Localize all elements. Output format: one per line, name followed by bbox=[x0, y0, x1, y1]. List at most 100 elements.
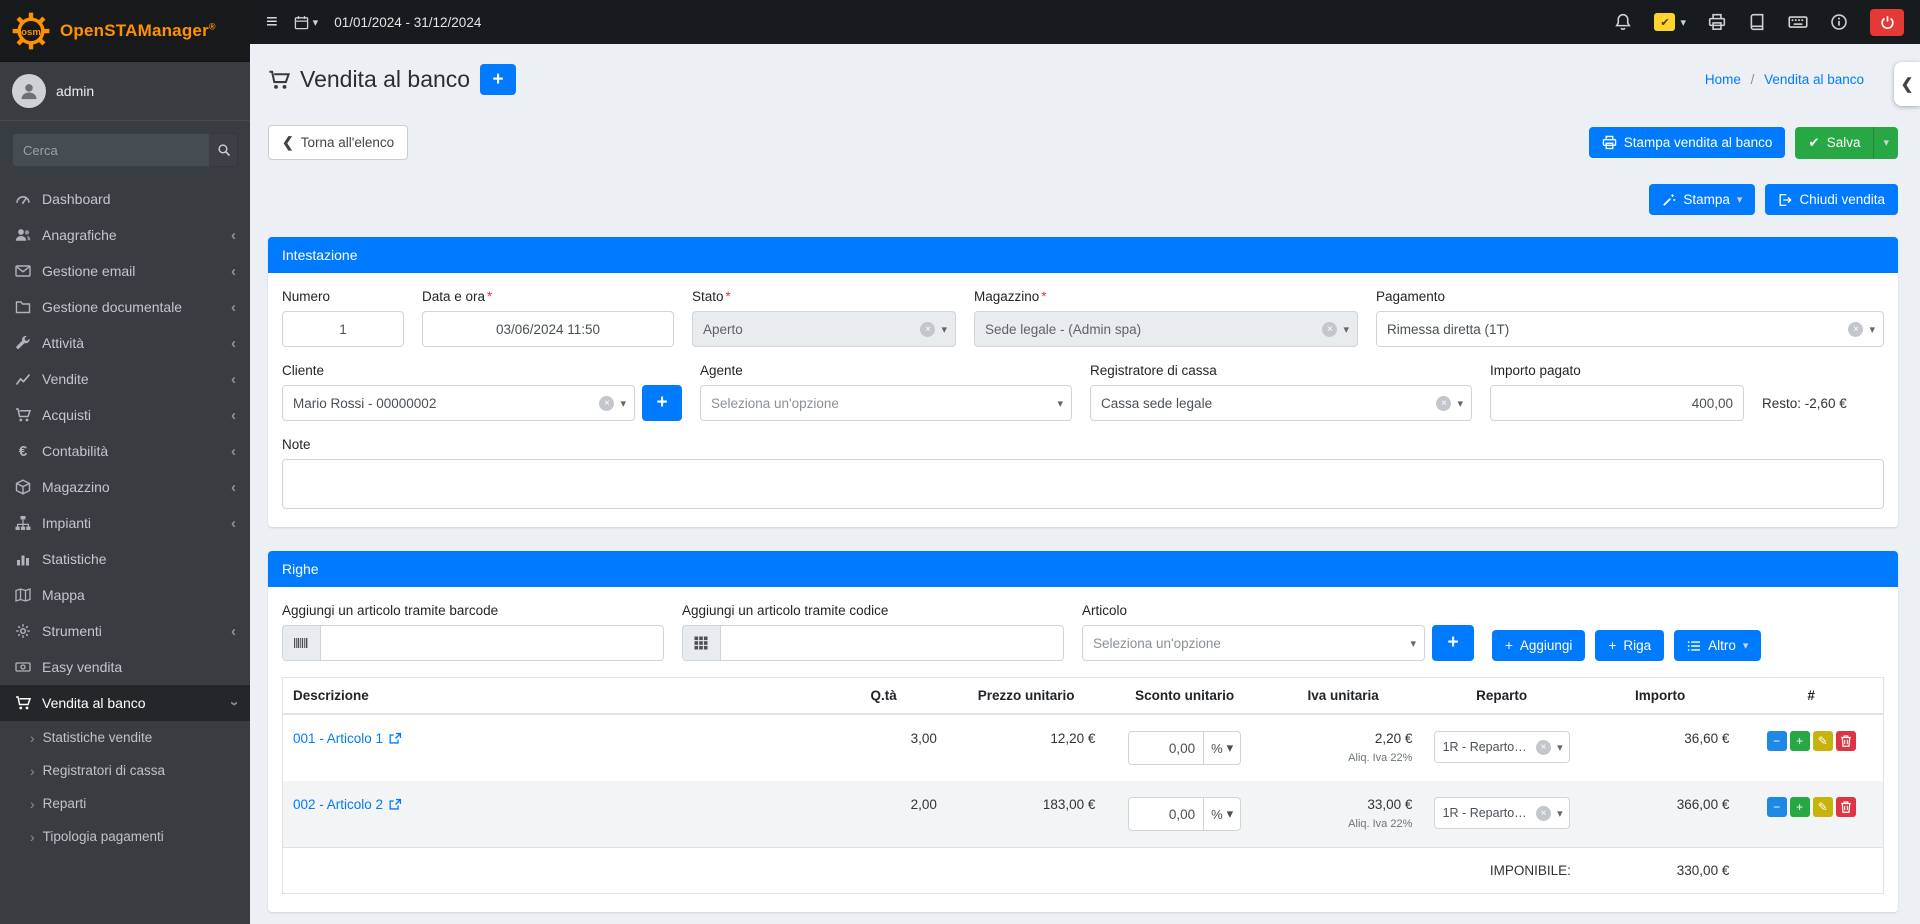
discount-group: %▾ bbox=[1128, 797, 1241, 831]
data-ora-input[interactable] bbox=[422, 311, 674, 347]
sidebar-item-gestione-documentale[interactable]: Gestione documentale ‹ bbox=[0, 289, 250, 325]
page-content: Vendita al banco + Home / Vendita al ban… bbox=[250, 44, 1920, 924]
clear-icon[interactable]: × bbox=[1436, 396, 1451, 411]
sidebar-item-easy-vendita[interactable]: Easy vendita bbox=[0, 649, 250, 685]
save-dropdown-button[interactable]: ▾ bbox=[1873, 127, 1898, 159]
numero-input[interactable] bbox=[282, 311, 404, 347]
sidebar-item-magazzino[interactable]: Magazzino ‹ bbox=[0, 469, 250, 505]
riga-button[interactable]: + Riga bbox=[1595, 630, 1664, 661]
article-link[interactable]: 001 - Articolo 1 bbox=[293, 731, 402, 746]
save-button[interactable]: ✔ Salva bbox=[1795, 127, 1873, 159]
print-dropdown-button[interactable]: Stampa ▾ bbox=[1649, 184, 1755, 215]
user-avatar bbox=[12, 74, 46, 108]
sidebar-subitem-tipologia-pagamenti[interactable]: › Tipologia pagamenti bbox=[0, 820, 250, 853]
delete-row-button[interactable] bbox=[1836, 731, 1856, 751]
info-button[interactable] bbox=[1830, 13, 1848, 31]
articolo-select[interactable]: Seleziona un'opzione ▾ bbox=[1082, 625, 1425, 661]
imponibile-value: 330,00 € bbox=[1581, 848, 1739, 894]
search-input[interactable] bbox=[12, 133, 210, 167]
chevron-left-icon: ‹ bbox=[231, 227, 236, 244]
clear-icon[interactable]: × bbox=[1322, 322, 1337, 337]
amount-cell: 366,00 € bbox=[1581, 781, 1739, 848]
reparto-select[interactable]: 1R - Reparto 1... × ▾ bbox=[1434, 797, 1570, 829]
manual-button[interactable] bbox=[1748, 13, 1766, 31]
edit-row-button[interactable]: ✎ bbox=[1813, 797, 1833, 817]
cart-icon bbox=[14, 695, 32, 711]
close-sale-button[interactable]: Chiudi vendita bbox=[1765, 184, 1898, 215]
article-link[interactable]: 002 - Articolo 2 bbox=[293, 797, 402, 812]
date-range-picker[interactable]: ▾ bbox=[294, 15, 319, 30]
sidebar-item-contabilita[interactable]: € Contabilità ‹ bbox=[0, 433, 250, 469]
sidebar-item-mappa[interactable]: Mappa bbox=[0, 577, 250, 613]
printer-icon bbox=[1602, 135, 1617, 150]
increase-qty-button[interactable]: + bbox=[1790, 797, 1810, 817]
sidebar-item-strumenti[interactable]: Strumenti ‹ bbox=[0, 613, 250, 649]
delete-row-button[interactable] bbox=[1836, 797, 1856, 817]
sidebar-item-label: Contabilità bbox=[42, 443, 221, 459]
add-cliente-button[interactable]: + bbox=[642, 385, 682, 421]
logout-button[interactable] bbox=[1870, 9, 1904, 36]
codice-input[interactable] bbox=[720, 625, 1064, 661]
sidebar-item-impianti[interactable]: Impianti ‹ bbox=[0, 505, 250, 541]
increase-qty-button[interactable]: + bbox=[1790, 731, 1810, 751]
cliente-select[interactable]: Mario Rossi - 00000002 × ▾ bbox=[282, 385, 635, 421]
sidebar-toggle-button[interactable]: ≡ bbox=[266, 12, 278, 32]
sidebar-item-dashboard[interactable]: Dashboard bbox=[0, 181, 250, 217]
sidebar-search bbox=[0, 121, 250, 177]
plus-icon: + bbox=[1447, 632, 1458, 654]
decrease-qty-button[interactable]: − bbox=[1767, 731, 1787, 751]
importo-pagato-input[interactable] bbox=[1490, 385, 1744, 421]
print-sale-button[interactable]: Stampa vendita al banco bbox=[1589, 127, 1786, 158]
back-to-list-button[interactable]: ❮ Torna all'elenco bbox=[268, 125, 408, 160]
sidebar-subitem-statistiche-vendite[interactable]: › Statistiche vendite bbox=[0, 721, 250, 754]
sidebar-item-vendite[interactable]: Vendite ‹ bbox=[0, 361, 250, 397]
barcode-input[interactable] bbox=[320, 625, 664, 661]
caret-down-icon: ▾ bbox=[1227, 740, 1234, 756]
clear-icon[interactable]: × bbox=[1536, 740, 1551, 755]
sidebar-item-attivita[interactable]: Attività ‹ bbox=[0, 325, 250, 361]
magazzino-select[interactable]: Sede legale - (Admin spa) × ▾ bbox=[974, 311, 1358, 347]
note-input[interactable] bbox=[282, 459, 1884, 509]
stato-select[interactable]: Aperto × ▾ bbox=[692, 311, 956, 347]
aggiungi-button[interactable]: + Aggiungi bbox=[1492, 630, 1585, 661]
new-sale-button[interactable]: + bbox=[480, 64, 516, 95]
toolbar-row-2: Stampa ▾ Chiudi vendita bbox=[268, 184, 1898, 215]
breadcrumb-current-link[interactable]: Vendita al banco bbox=[1764, 72, 1864, 87]
clear-icon[interactable]: × bbox=[920, 322, 935, 337]
chevron-left-icon: ❮ bbox=[282, 134, 294, 151]
discount-type-select[interactable]: %▾ bbox=[1204, 797, 1241, 831]
reparto-select[interactable]: 1R - Reparto 1... × ▾ bbox=[1434, 731, 1570, 763]
decrease-qty-button[interactable]: − bbox=[1767, 797, 1787, 817]
sidebar-item-statistiche[interactable]: Statistiche bbox=[0, 541, 250, 577]
sidebar-subitem-reparti[interactable]: › Reparti bbox=[0, 787, 250, 820]
print-button[interactable] bbox=[1708, 13, 1726, 31]
add-articolo-button[interactable]: + bbox=[1432, 625, 1474, 661]
brand[interactable]: osm OpenSTAManager® bbox=[0, 0, 250, 62]
sidebar-item-anagrafiche[interactable]: Anagrafiche ‹ bbox=[0, 217, 250, 253]
edit-row-button[interactable]: ✎ bbox=[1813, 731, 1833, 751]
altro-dropdown-button[interactable]: Altro ▾ bbox=[1674, 630, 1761, 661]
breadcrumb-home-link[interactable]: Home bbox=[1705, 72, 1741, 87]
shortcuts-button[interactable] bbox=[1788, 12, 1808, 32]
sidebar-item-vendita-al-banco[interactable]: Vendita al banco ‹ bbox=[0, 685, 250, 721]
pagamento-select[interactable]: Rimessa diretta (1T) × ▾ bbox=[1376, 311, 1884, 347]
clear-icon[interactable]: × bbox=[1536, 806, 1551, 821]
right-panel-toggle[interactable]: ❮ bbox=[1894, 62, 1920, 106]
registratore-select[interactable]: Cassa sede legale × ▾ bbox=[1090, 385, 1472, 421]
sidebar-item-acquisti[interactable]: Acquisti ‹ bbox=[0, 397, 250, 433]
clear-icon[interactable]: × bbox=[599, 396, 614, 411]
col-header-descrizione: Descrizione bbox=[283, 678, 821, 715]
search-button[interactable] bbox=[210, 133, 238, 167]
table-row: 001 - Articolo 1 3,00 12,20 € %▾ 2,20 € bbox=[283, 714, 1884, 781]
notifications-button[interactable] bbox=[1614, 13, 1632, 31]
discount-input[interactable] bbox=[1128, 797, 1204, 831]
user-name: admin bbox=[56, 83, 94, 99]
sidebar-subitem-registratori-di-cassa[interactable]: › Registratori di cassa bbox=[0, 754, 250, 787]
sidebar-item-gestione-email[interactable]: Gestione email ‹ bbox=[0, 253, 250, 289]
clear-icon[interactable]: × bbox=[1848, 322, 1863, 337]
discount-type-select[interactable]: %▾ bbox=[1204, 731, 1241, 765]
agente-select[interactable]: Seleziona un'opzione ▾ bbox=[700, 385, 1072, 421]
services-status-button[interactable]: ✔ ▾ bbox=[1654, 13, 1686, 31]
table-header-row: Descrizione Q.tà Prezzo unitario Sconto … bbox=[283, 678, 1884, 715]
discount-input[interactable] bbox=[1128, 731, 1204, 765]
